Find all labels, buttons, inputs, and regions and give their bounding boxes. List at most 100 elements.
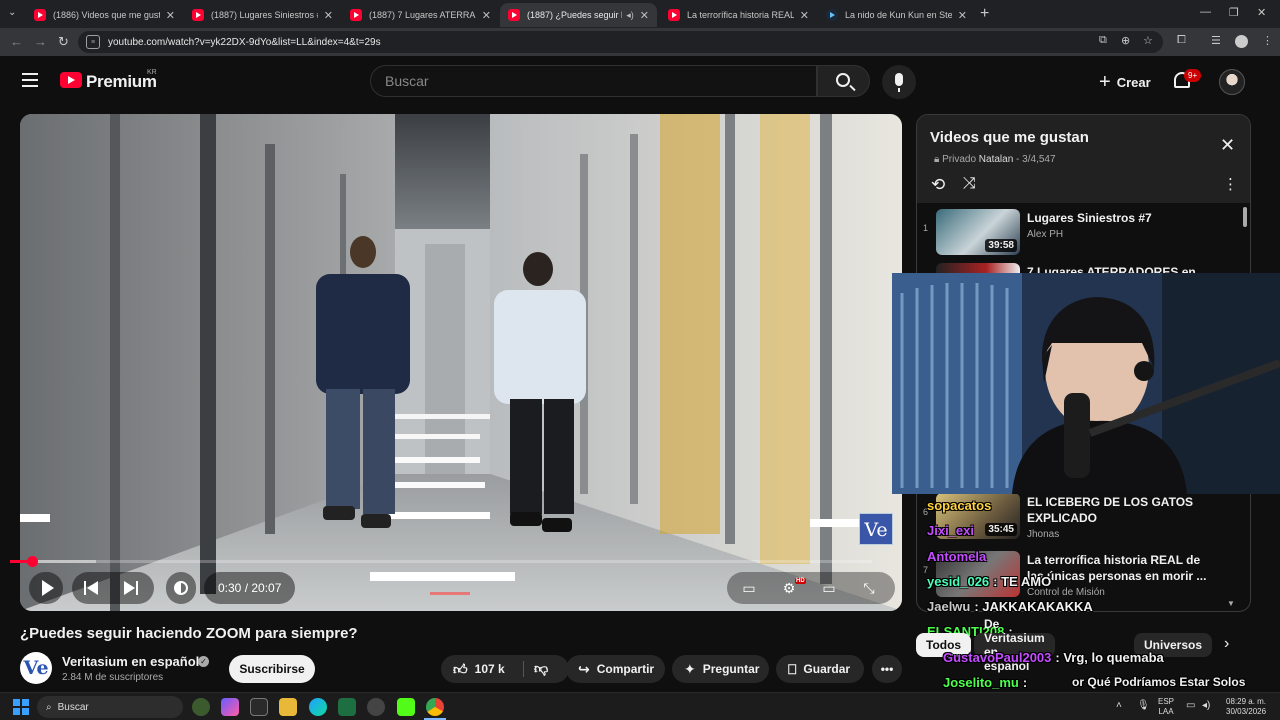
volume-button[interactable]	[166, 572, 196, 604]
playlist-position: 3/4,547	[1022, 154, 1056, 165]
recommendation-title-fragment[interactable]: or Qué Podríamos Estar Solos	[1072, 675, 1245, 689]
ask-button[interactable]: ✦ Preguntar	[672, 655, 769, 683]
duration-badge: 39:58	[985, 239, 1017, 252]
progress-bar[interactable]	[10, 556, 872, 567]
playlist-item-title[interactable]: Lugares Siniestros #7	[1027, 210, 1207, 226]
theater-mode-icon[interactable]: ▭	[819, 578, 839, 598]
url-text[interactable]: youtube.com/watch?v=yk22DX-9dYo&list=LL&…	[108, 37, 381, 48]
more-vertical-icon[interactable]: ⋮	[1223, 175, 1238, 193]
profile-icon[interactable]	[1235, 35, 1248, 48]
new-tab-button[interactable]: +	[980, 5, 989, 23]
hamburger-menu-icon[interactable]	[22, 73, 38, 87]
edge-icon[interactable]	[309, 698, 327, 716]
playlist-item-channel: Alex PH	[1027, 229, 1064, 240]
chrome-icon[interactable]	[426, 698, 444, 716]
video-player[interactable]	[20, 114, 902, 611]
channel-watermark[interactable]: Ve	[859, 513, 893, 545]
video-thumbnail[interactable]: 39:58	[936, 209, 1020, 255]
scroll-down-icon[interactable]: ▼	[1227, 599, 1235, 608]
youtube-logo-icon[interactable]	[60, 72, 82, 88]
microphone-tray-icon[interactable]: 🎙︎	[1137, 701, 1150, 711]
youtube-icon	[508, 9, 520, 21]
playlist-title[interactable]: Videos que me gustan	[930, 129, 1089, 146]
kick-icon[interactable]	[397, 698, 415, 716]
webcam-image	[892, 273, 1280, 494]
close-tab-icon[interactable]: ✕	[166, 9, 175, 22]
zoom-icon[interactable]: ⊕	[1121, 34, 1130, 47]
account-avatar[interactable]	[1219, 69, 1245, 95]
volume-tray-icon[interactable]: ◂)	[1202, 701, 1210, 711]
network-icon[interactable]: ▭	[1186, 701, 1195, 711]
playlist-owner[interactable]: Natalan	[979, 154, 1013, 165]
progress-scrubber[interactable]	[26, 556, 38, 567]
browser-tab[interactable]: La nido de Kun Kun en Steam ✕	[818, 3, 975, 27]
browser-tab[interactable]: (1886) Videos que me gustan - ✕	[26, 3, 183, 27]
dislike-icon[interactable]: 👎︎	[534, 660, 548, 677]
scrollbar[interactable]	[1243, 207, 1247, 227]
playlist-item[interactable]: 1 39:58 Lugares Siniestros #7 Alex PH	[917, 207, 1242, 259]
save-button[interactable]: ⎕ Guardar	[776, 655, 864, 683]
minimize-icon[interactable]: —	[1200, 6, 1211, 18]
close-playlist-icon[interactable]: ✕	[1220, 135, 1235, 156]
copilot-icon[interactable]	[221, 698, 239, 716]
search-input[interactable]	[370, 65, 817, 97]
chat-text: : TE AMO	[993, 574, 1052, 589]
site-info-icon[interactable]: ≡	[86, 35, 100, 49]
restore-icon[interactable]: ❐	[1229, 6, 1239, 19]
more-actions-button[interactable]: •••	[872, 655, 902, 683]
tab-search-icon[interactable]: ⌄	[8, 7, 16, 18]
app-icon[interactable]	[192, 698, 210, 716]
file-explorer-icon[interactable]	[279, 698, 297, 716]
shuffle-icon[interactable]: ⤨	[963, 175, 976, 193]
search-icon	[836, 73, 850, 87]
create-button[interactable]: + Crear	[1087, 66, 1163, 98]
voice-search-button[interactable]	[882, 65, 916, 99]
tray-chevron-up-icon[interactable]: ˄	[1116, 701, 1122, 711]
like-count[interactable]: 107 k	[475, 662, 505, 676]
bookmark-star-icon[interactable]: ☆	[1143, 34, 1153, 47]
like-dislike-group: 👍︎ 107 k 👎︎	[441, 655, 569, 683]
playlist-item-title[interactable]: EL ICEBERG DE LOS GATOS EXPLICADO	[1027, 494, 1207, 526]
close-window-icon[interactable]: ✕	[1257, 6, 1266, 19]
reading-list-icon[interactable]: ☰	[1211, 34, 1221, 47]
playlist-item-title[interactable]: La terrorífica historia REAL de las únic…	[1027, 552, 1207, 584]
play-button[interactable]	[29, 572, 63, 604]
share-button[interactable]: ↪ Compartir	[566, 655, 665, 683]
app-icon[interactable]	[367, 698, 385, 716]
excel-icon[interactable]	[338, 698, 356, 716]
like-icon[interactable]: 👍︎	[453, 661, 468, 678]
language-indicator[interactable]: ESP LAA	[1158, 697, 1174, 717]
close-tab-icon[interactable]: ✕	[958, 9, 967, 22]
browser-tab-active[interactable]: (1887) ¿Puedes seguir hacie ◂) ✕	[500, 3, 657, 27]
browser-tab[interactable]: La terrorífica historia REAL de la ✕	[660, 3, 817, 27]
subscribe-button[interactable]: Suscribirse	[229, 655, 315, 683]
cast-icon[interactable]: ⧉	[1099, 34, 1107, 47]
channel-avatar[interactable]: Ve	[20, 652, 52, 684]
previous-button[interactable]	[84, 581, 100, 595]
browser-tab[interactable]: (1887) 7 Lugares ATERRADORES ✕	[342, 3, 499, 27]
store-icon[interactable]	[250, 698, 268, 716]
subtitles-icon[interactable]: ▭	[739, 578, 759, 598]
loop-icon[interactable]: ⟲	[931, 175, 945, 195]
close-tab-icon[interactable]: ✕	[800, 9, 809, 22]
back-icon[interactable]: ←	[10, 34, 23, 49]
address-bar[interactable]: ≡ youtube.com/watch?v=yk22DX-9dYo&list=L…	[78, 31, 1163, 53]
clock[interactable]: 08:29 a. m. 30/03/2026	[1226, 697, 1266, 717]
search-button[interactable]	[817, 65, 870, 97]
close-tab-icon[interactable]: ✕	[640, 9, 649, 22]
speaker-icon[interactable]: ◂)	[626, 10, 634, 21]
next-button[interactable]	[124, 581, 140, 595]
chevron-right-icon[interactable]: ›	[1224, 635, 1229, 653]
browser-menu-icon[interactable]: ⋮	[1262, 34, 1273, 47]
channel-name[interactable]: Veritasium en español	[62, 654, 199, 669]
fullscreen-icon[interactable]: ⤡	[859, 578, 879, 598]
close-tab-icon[interactable]: ✕	[482, 9, 491, 22]
taskbar-search[interactable]: ⌕ Buscar	[37, 696, 183, 718]
extensions-icon[interactable]: ⧠	[1177, 34, 1186, 47]
sparkle-icon: ✦	[684, 660, 696, 677]
forward-icon[interactable]: →	[34, 34, 47, 49]
close-tab-icon[interactable]: ✕	[324, 9, 333, 22]
browser-tab[interactable]: (1887) Lugares Siniestros #7 - Y ✕	[184, 3, 341, 27]
reload-icon[interactable]: ↻	[58, 34, 69, 50]
windows-start-icon[interactable]	[13, 699, 29, 715]
